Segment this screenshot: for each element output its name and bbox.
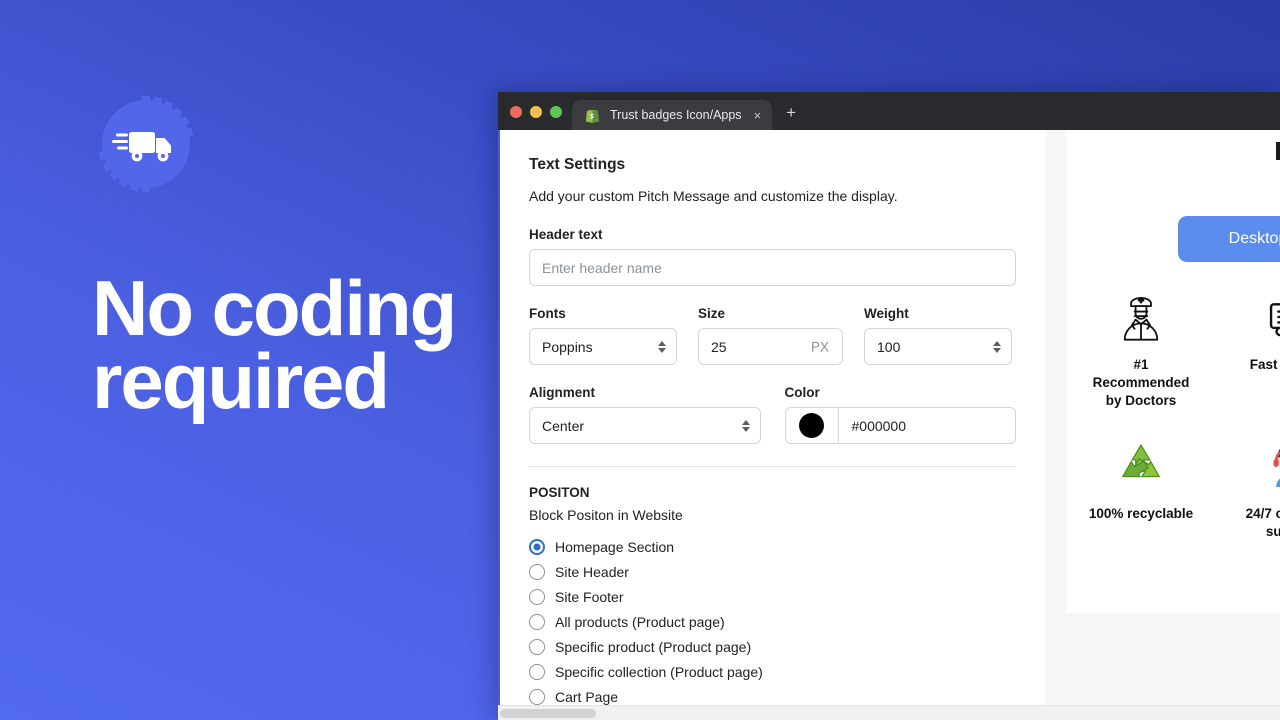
- desktop-view-button[interactable]: Desktop: [1178, 216, 1280, 262]
- text-settings-panel: Text Settings Add your custom Pitch Mess…: [498, 130, 1046, 720]
- fonts-value: Poppins: [542, 338, 593, 355]
- alignment-value: Center: [542, 417, 585, 434]
- position-option-label: Specific product (Product page): [555, 638, 752, 655]
- radio-unselected-icon[interactable]: [529, 688, 545, 705]
- position-option-4[interactable]: Specific product (Product page): [529, 634, 1016, 659]
- recycle-icon: [1110, 435, 1172, 497]
- trust-badge-item: #1 Recommended by Doctors: [1066, 286, 1216, 409]
- color-label: Color: [784, 385, 820, 400]
- delivery-truck-badge-icon: [96, 94, 196, 194]
- radio-unselected-icon[interactable]: [529, 563, 545, 580]
- weight-select[interactable]: 100: [864, 328, 1012, 365]
- size-field: Size 25 PX: [698, 306, 843, 365]
- panel-left-edge: [498, 130, 500, 706]
- section-divider: [529, 466, 1016, 467]
- trust-badge-caption: 100% recyclable: [1088, 506, 1194, 522]
- trust-badge-caption: #1 Recommended by Doctors: [1092, 357, 1190, 408]
- position-option-3[interactable]: All products (Product page): [529, 609, 1016, 634]
- customer-support-icon: [1260, 435, 1280, 497]
- chevron-updown-icon: [658, 340, 666, 353]
- page-body: Text Settings Add your custom Pitch Mess…: [498, 130, 1280, 720]
- position-option-label: Homepage Section: [555, 538, 675, 555]
- radio-unselected-icon[interactable]: [529, 638, 545, 655]
- weight-label: Weight: [864, 306, 909, 321]
- preview-top-marker: [1276, 142, 1280, 160]
- chevron-updown-icon: [741, 419, 750, 432]
- chevron-updown-icon: [993, 340, 1001, 353]
- trust-badge-item: 100% recyclable: [1066, 435, 1216, 541]
- typography-row: Fonts Poppins Size 25 PX Weight 100: [529, 306, 1016, 365]
- color-hex-value: #000000: [851, 417, 907, 434]
- new-tab-button[interactable]: +: [772, 104, 808, 130]
- page-subtitle: Add your custom Pitch Message and custom…: [529, 188, 898, 204]
- color-swatch: [799, 413, 824, 438]
- trust-badge-caption: 24/7 customer support: [1245, 506, 1280, 540]
- window-close-button[interactable]: [510, 106, 522, 118]
- position-option-2[interactable]: Site Footer: [529, 584, 1016, 609]
- header-text-label: Header text: [529, 227, 603, 242]
- trust-badge-item: 24/7 customer support: [1216, 435, 1280, 541]
- alignment-color-row: Alignment Center Color #000000: [529, 385, 1016, 444]
- fonts-select[interactable]: Poppins: [529, 328, 677, 365]
- horizontal-scrollbar-thumb[interactable]: [500, 709, 596, 718]
- horizontal-scrollbar[interactable]: [498, 705, 1280, 720]
- position-option-label: All products (Product page): [555, 613, 725, 630]
- page-title: Text Settings: [529, 156, 626, 173]
- size-label: Size: [698, 306, 726, 321]
- color-field: Color #000000: [784, 385, 1016, 444]
- position-option-label: Cart Page: [555, 688, 619, 705]
- window-minimize-button[interactable]: [530, 106, 542, 118]
- close-icon[interactable]: ×: [754, 109, 762, 122]
- preview-card: Desktop: [1066, 130, 1280, 613]
- trust-badge-caption: Fast delivery: [1249, 357, 1278, 372]
- radio-unselected-icon[interactable]: [529, 613, 545, 630]
- position-radio-group: Homepage Section Site Header Site Footer Al…: [529, 534, 1016, 720]
- doctor-icon: [1110, 286, 1172, 348]
- trust-badge-grid: #1 Recommended by Doctors Fast 100% recy…: [1066, 286, 1280, 567]
- radio-unselected-icon[interactable]: [529, 663, 545, 680]
- browser-tab[interactable]: Trust badges Icon/Apps ×: [572, 100, 773, 130]
- fonts-label: Fonts: [529, 306, 566, 321]
- window-maximize-button[interactable]: [550, 106, 562, 118]
- promo-headline: No coding required: [92, 264, 457, 425]
- browser-titlebar: Trust badges Icon/Apps × +: [498, 92, 1280, 130]
- position-section-subheading: Block Positon in Website: [529, 507, 683, 523]
- color-input-group[interactable]: #000000: [784, 407, 1016, 444]
- trust-badge-item: Fast delivery: [1216, 286, 1280, 409]
- position-option-label: Site Footer: [555, 588, 624, 605]
- window-traffic-lights: [498, 106, 572, 130]
- radio-selected-icon[interactable]: [529, 538, 545, 555]
- position-option-0[interactable]: Homepage Section: [529, 534, 1016, 559]
- alignment-field: Alignment Center: [529, 385, 761, 444]
- delivery-truck-icon: [1260, 286, 1280, 348]
- weight-value: 100: [877, 338, 901, 355]
- position-option-5[interactable]: Specific collection (Product page): [529, 659, 1016, 684]
- shopify-bag-icon: [584, 107, 601, 124]
- position-option-label: Site Header: [555, 563, 629, 580]
- radio-unselected-icon[interactable]: [529, 588, 545, 605]
- header-text-input[interactable]: [529, 249, 1016, 286]
- alignment-select[interactable]: Center: [529, 407, 761, 444]
- size-input[interactable]: 25 PX: [698, 328, 843, 365]
- browser-tab-title: Trust badges Icon/Apps: [610, 108, 742, 122]
- color-swatch-button[interactable]: [786, 408, 839, 443]
- size-unit-label: PX: [810, 339, 829, 354]
- position-option-label: Specific collection (Product page): [555, 663, 763, 680]
- weight-field: Weight 100: [864, 306, 1012, 365]
- position-section-heading: POSITON: [529, 485, 590, 500]
- alignment-label: Alignment: [529, 385, 595, 400]
- size-value: 25: [711, 338, 727, 355]
- fonts-field: Fonts Poppins: [529, 306, 677, 365]
- position-option-1[interactable]: Site Header: [529, 559, 1016, 584]
- browser-window: Trust badges Icon/Apps × + Text Settings…: [498, 92, 1280, 720]
